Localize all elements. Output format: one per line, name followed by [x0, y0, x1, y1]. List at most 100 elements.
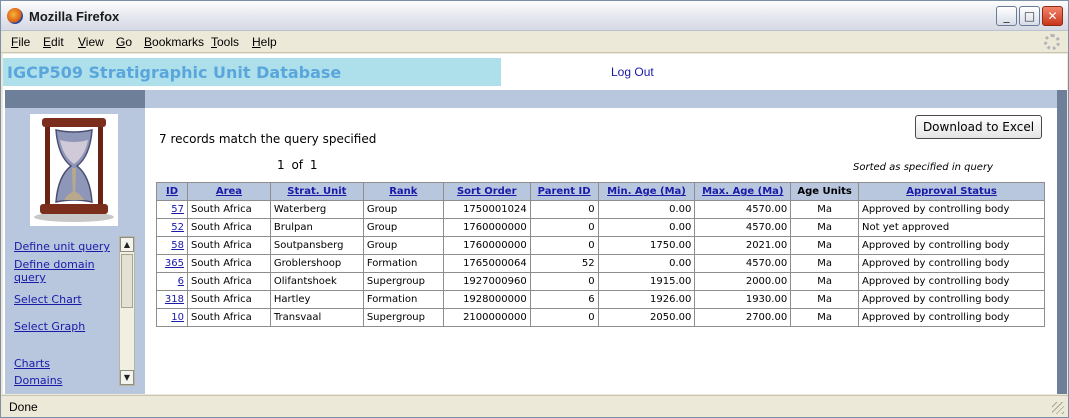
- table-row: 57 South Africa Waterberg Group 17500010…: [156, 200, 1045, 219]
- nav-link-select-graph[interactable]: Select Graph: [14, 320, 85, 333]
- scroll-up-icon[interactable]: ▲: [120, 237, 134, 252]
- cell-min-age: 1750.00: [597, 236, 696, 255]
- cell-approval-status: Approved by controlling body: [858, 236, 1045, 255]
- column-header-rank[interactable]: Rank: [362, 182, 444, 201]
- cell-approval-status: Approved by controlling body: [858, 290, 1045, 309]
- cell-age-units: Ma: [790, 218, 860, 237]
- column-header-max-age[interactable]: Max. Age (Ma): [694, 182, 792, 201]
- column-header-age-units: Age Units: [790, 182, 860, 201]
- column-header-parent-id[interactable]: Parent ID: [529, 182, 599, 201]
- cell-min-age: 1915.00: [597, 272, 696, 291]
- nav-list: Define unit query Define domain query Se…: [11, 236, 115, 386]
- table-row: 58 South Africa Soutpansberg Group 17600…: [156, 236, 1045, 255]
- cell-parent-id: 0: [529, 308, 599, 327]
- cell-id[interactable]: 318: [156, 290, 188, 309]
- record-id-link[interactable]: 52: [171, 222, 184, 233]
- cell-max-age: 2021.00: [694, 236, 792, 255]
- resize-grip-icon[interactable]: [1052, 402, 1064, 414]
- firefox-icon: [7, 8, 23, 24]
- cell-sort-order: 1750001024: [442, 200, 531, 219]
- cell-sort-order: 1760000000: [442, 218, 531, 237]
- nav-link-define-unit-query[interactable]: Define unit query: [14, 240, 110, 253]
- cell-strat-unit: Transvaal: [269, 308, 364, 327]
- cell-id[interactable]: 52: [156, 218, 188, 237]
- menu-file[interactable]: File: [11, 35, 30, 49]
- cell-min-age: 1926.00: [597, 290, 696, 309]
- cell-parent-id: 0: [529, 218, 599, 237]
- cell-min-age: 2050.00: [597, 308, 696, 327]
- cell-parent-id: 6: [529, 290, 599, 309]
- column-header-min-age[interactable]: Min. Age (Ma): [597, 182, 696, 201]
- record-id-link[interactable]: 318: [165, 294, 184, 305]
- status-bar: Done: [1, 395, 1068, 417]
- cell-age-units: Ma: [790, 236, 860, 255]
- record-id-link[interactable]: 58: [171, 240, 184, 251]
- table-row: 52 South Africa Brulpan Group 1760000000…: [156, 218, 1045, 237]
- download-excel-button[interactable]: Download to Excel: [915, 115, 1042, 139]
- cell-age-units: Ma: [790, 200, 860, 219]
- cell-rank: Group: [362, 200, 444, 219]
- column-header-sort-order[interactable]: Sort Order: [442, 182, 531, 201]
- cell-rank: Group: [362, 218, 444, 237]
- table-row: 318 South Africa Hartley Formation 19280…: [156, 290, 1045, 309]
- cell-area: South Africa: [186, 218, 271, 237]
- close-button[interactable]: ✕: [1042, 6, 1063, 26]
- cell-parent-id: 0: [529, 200, 599, 219]
- cell-area: South Africa: [186, 290, 271, 309]
- right-frame-border: [1057, 90, 1067, 394]
- cell-sort-order: 1760000000: [442, 236, 531, 255]
- record-id-link[interactable]: 365: [165, 258, 184, 269]
- menu-bookmarks[interactable]: Bookmarks: [144, 35, 204, 49]
- nav-link-select-chart[interactable]: Select Chart: [14, 293, 82, 306]
- cell-age-units: Ma: [790, 254, 860, 273]
- menu-view[interactable]: View: [78, 35, 104, 49]
- cell-area: South Africa: [186, 272, 271, 291]
- table-header-row: ID Area Strat. Unit Rank Sort Order Pare…: [156, 182, 1045, 201]
- cell-sort-order: 1927000960: [442, 272, 531, 291]
- nav-link-define-domain-query[interactable]: Define domain query: [14, 258, 110, 284]
- results-table: ID Area Strat. Unit Rank Sort Order Pare…: [156, 182, 1045, 327]
- column-header-area[interactable]: Area: [186, 182, 271, 201]
- column-header-approval-status[interactable]: Approval Status: [858, 182, 1045, 201]
- sort-note: Sorted as specified in query: [853, 162, 993, 173]
- scroll-thumb[interactable]: [121, 254, 133, 308]
- menu-tools[interactable]: Tools: [211, 35, 239, 49]
- nav-link-charts[interactable]: Charts: [14, 357, 50, 370]
- menu-go[interactable]: Go: [116, 35, 132, 49]
- maximize-button[interactable]: □: [1019, 6, 1040, 26]
- cell-max-age: 1930.00: [694, 290, 792, 309]
- cell-id[interactable]: 10: [156, 308, 188, 327]
- nav-link-domains[interactable]: Domains: [14, 374, 62, 386]
- cell-strat-unit: Waterberg: [269, 200, 364, 219]
- cell-strat-unit: Soutpansberg: [269, 236, 364, 255]
- table-row: 6 South Africa Olifantshoek Supergroup 1…: [156, 272, 1045, 291]
- cell-parent-id: 0: [529, 272, 599, 291]
- record-id-link[interactable]: 6: [178, 276, 184, 287]
- column-header-strat-unit[interactable]: Strat. Unit: [269, 182, 364, 201]
- cell-max-age: 4570.00: [694, 254, 792, 273]
- cell-age-units: Ma: [790, 272, 860, 291]
- cell-sort-order: 1765000064: [442, 254, 531, 273]
- record-id-link[interactable]: 10: [171, 312, 184, 323]
- record-id-link[interactable]: 57: [171, 204, 184, 215]
- logout-link[interactable]: Log Out: [611, 65, 654, 79]
- cell-id[interactable]: 365: [156, 254, 188, 273]
- cell-rank: Group: [362, 236, 444, 255]
- cell-id[interactable]: 6: [156, 272, 188, 291]
- cell-rank: Formation: [362, 254, 444, 273]
- nav-scrollbar[interactable]: ▲ ▼: [119, 236, 135, 386]
- cell-max-age: 4570.00: [694, 200, 792, 219]
- column-header-id[interactable]: ID: [156, 182, 188, 201]
- menu-help[interactable]: Help: [252, 35, 277, 49]
- table-row: 10 South Africa Transvaal Supergroup 210…: [156, 308, 1045, 327]
- scroll-down-icon[interactable]: ▼: [120, 370, 134, 385]
- cell-min-age: 0.00: [597, 200, 696, 219]
- menu-edit[interactable]: Edit: [43, 35, 64, 49]
- page-viewport: IGCP509 Stratigraphic Unit Database Log …: [3, 54, 1067, 394]
- cell-parent-id: 0: [529, 236, 599, 255]
- cell-rank: Formation: [362, 290, 444, 309]
- minimize-button[interactable]: _: [996, 6, 1017, 26]
- cell-rank: Supergroup: [362, 272, 444, 291]
- cell-id[interactable]: 58: [156, 236, 188, 255]
- cell-id[interactable]: 57: [156, 200, 188, 219]
